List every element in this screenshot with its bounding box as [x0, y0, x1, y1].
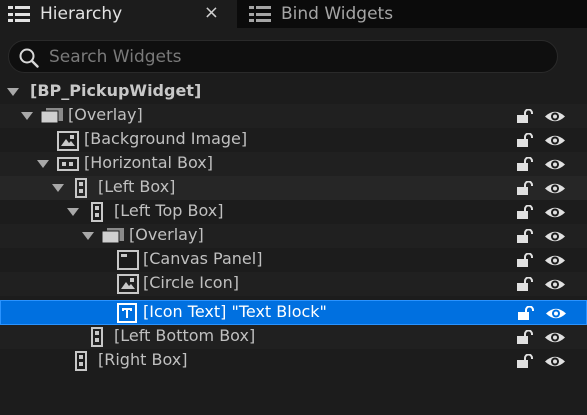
eye-icon[interactable] [544, 253, 566, 268]
eye-icon[interactable] [544, 354, 566, 369]
horizontal-box-icon [57, 157, 79, 171]
list-icon [249, 6, 271, 22]
tree-node-label: [Background Image] [84, 129, 248, 148]
hierarchy-tree: [BP_PickupWidget] [Overlay] [Background … [0, 80, 587, 415]
image-icon [57, 131, 79, 151]
tab-bar: Hierarchy × Bind Widgets [0, 0, 587, 28]
search-box[interactable] [8, 40, 558, 73]
tree-node-label: [Circle Icon] [143, 273, 239, 292]
tree-node-label: [Overlay] [129, 225, 204, 244]
image-icon [117, 274, 139, 294]
tab-hierarchy[interactable]: Hierarchy × [0, 0, 237, 28]
unlock-icon[interactable] [516, 205, 534, 220]
eye-icon[interactable] [544, 109, 566, 124]
search-icon [19, 48, 39, 68]
tree-node-label: [Icon Text] "Text Block" [143, 302, 327, 321]
tree-node-label: [Left Top Box] [114, 201, 224, 220]
eye-icon[interactable] [544, 229, 566, 244]
tree-row[interactable]: [Left Box] [0, 176, 587, 200]
unlock-icon[interactable] [516, 253, 534, 268]
tab-bind-widgets-label: Bind Widgets [281, 4, 394, 24]
list-icon [8, 6, 30, 22]
close-icon[interactable]: × [204, 2, 219, 23]
tree-row[interactable]: [Horizontal Box] [0, 152, 587, 176]
tree-node-label: [Overlay] [68, 105, 143, 124]
tree-node-label: [Horizontal Box] [84, 153, 214, 172]
unlock-icon[interactable] [516, 109, 534, 124]
overlay-icon [40, 108, 63, 124]
unlock-icon[interactable] [516, 229, 534, 244]
eye-icon[interactable] [544, 277, 566, 292]
tree-row[interactable]: [Canvas Panel] [0, 248, 587, 272]
eye-icon[interactable] [544, 157, 566, 172]
eye-icon[interactable] [545, 306, 567, 321]
vertical-box-icon [75, 178, 87, 198]
tab-hierarchy-label: Hierarchy [40, 4, 123, 24]
tree-row-selected[interactable]: [Icon Text] "Text Block" [0, 300, 587, 325]
text-block-icon [117, 303, 137, 323]
tree-row[interactable]: [Overlay] [0, 104, 587, 128]
expand-arrow-icon[interactable] [7, 88, 19, 96]
search-bar [0, 28, 587, 80]
unlock-icon[interactable] [516, 354, 534, 369]
tree-row[interactable]: [Left Top Box] [0, 200, 587, 224]
unlock-icon[interactable] [516, 157, 534, 172]
tree-root-label: [BP_PickupWidget] [30, 81, 202, 100]
eye-icon[interactable] [544, 133, 566, 148]
tab-bind-widgets[interactable]: Bind Widgets [241, 0, 421, 28]
unlock-icon[interactable] [517, 306, 535, 321]
eye-icon[interactable] [544, 330, 566, 345]
unlock-icon[interactable] [516, 277, 534, 292]
eye-icon[interactable] [544, 181, 566, 196]
vertical-box-icon [91, 202, 103, 222]
unlock-icon[interactable] [516, 181, 534, 196]
tree-node-label: [Canvas Panel] [143, 249, 263, 268]
eye-icon[interactable] [544, 205, 566, 220]
unlock-icon[interactable] [516, 133, 534, 148]
overlay-icon [101, 228, 124, 244]
search-input[interactable] [49, 45, 529, 69]
expand-arrow-icon[interactable] [82, 232, 94, 240]
tree-row[interactable]: [Overlay] [0, 224, 587, 248]
expand-arrow-icon[interactable] [67, 208, 79, 216]
tree-row-root[interactable]: [BP_PickupWidget] [0, 80, 587, 104]
canvas-panel-icon [117, 250, 139, 270]
tree-node-label: [Left Box] [98, 177, 176, 196]
expand-arrow-icon[interactable] [52, 184, 64, 192]
expand-arrow-icon[interactable] [21, 112, 33, 120]
tree-node-label: [Left Bottom Box] [114, 326, 256, 345]
vertical-box-icon [91, 327, 103, 347]
tree-row[interactable]: [Right Box] [0, 349, 587, 373]
vertical-box-icon [75, 351, 87, 371]
tree-node-label: [Right Box] [98, 350, 188, 369]
tree-row[interactable]: [Circle Icon] [0, 272, 587, 296]
tree-row[interactable]: [Left Bottom Box] [0, 325, 587, 349]
expand-arrow-icon[interactable] [37, 160, 49, 168]
unlock-icon[interactable] [516, 330, 534, 345]
tree-row[interactable]: [Background Image] [0, 128, 587, 152]
